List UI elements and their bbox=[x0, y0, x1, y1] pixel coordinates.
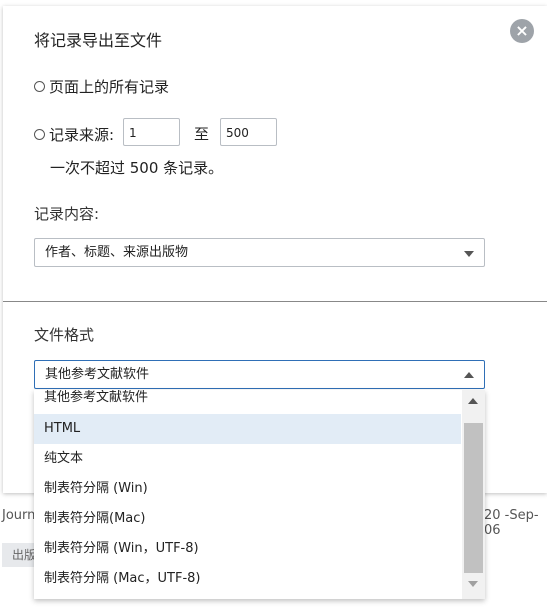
dialog-title: 将记录导出至文件 bbox=[34, 31, 163, 50]
record-limit-hint: 一次不超过 500 条记录。 bbox=[50, 159, 224, 177]
scroll-up-arrow-icon[interactable] bbox=[468, 398, 478, 404]
format-option[interactable]: 其他参考文献软件 bbox=[34, 390, 461, 413]
radio-circle-icon[interactable] bbox=[34, 81, 45, 92]
file-format-value: 其他参考文献软件 bbox=[45, 367, 150, 382]
scroll-down-arrow-icon[interactable] bbox=[468, 581, 478, 587]
background-publish-button[interactable]: 出版 bbox=[2, 543, 38, 567]
file-format-label: 文件格式 bbox=[34, 326, 95, 344]
radio-all-records-label: 页面上的所有记录 bbox=[49, 78, 170, 96]
format-option[interactable]: 制表符分隔 (Win，UTF-8) bbox=[34, 534, 461, 564]
range-to-input[interactable]: 500 bbox=[220, 118, 277, 146]
radio-circle-icon[interactable] bbox=[34, 129, 45, 140]
chevron-down-icon bbox=[464, 251, 474, 257]
format-option[interactable]: HTML bbox=[34, 414, 461, 444]
background-journal-text: Journ bbox=[2, 508, 36, 523]
format-option[interactable]: 纯文本 bbox=[34, 444, 461, 474]
format-option[interactable]: 制表符分隔(Mac) bbox=[34, 504, 461, 534]
radio-record-source[interactable]: 记录来源: bbox=[34, 124, 114, 145]
record-content-label: 记录内容: bbox=[34, 205, 100, 223]
range-to-label: 至 bbox=[194, 125, 210, 143]
format-option[interactable]: 制表符分隔 (Win) bbox=[34, 474, 461, 504]
radio-record-source-label: 记录来源: bbox=[49, 126, 115, 144]
radio-all-records[interactable]: 页面上的所有记录 bbox=[34, 76, 169, 97]
record-content-select[interactable]: 作者、标题、来源出版物 bbox=[34, 238, 485, 267]
record-content-value: 作者、标题、来源出版物 bbox=[45, 245, 189, 260]
section-divider bbox=[3, 301, 547, 302]
file-format-dropdown: 其他参考文献软件 HTML 纯文本 制表符分隔 (Win) 制表符分隔(Mac)… bbox=[34, 390, 485, 599]
dropdown-scrollbar[interactable] bbox=[462, 390, 485, 599]
scroll-thumb[interactable] bbox=[464, 423, 483, 573]
file-format-select[interactable]: 其他参考文献软件 bbox=[34, 360, 485, 389]
chevron-up-icon bbox=[464, 372, 474, 378]
format-option[interactable]: 制表符分隔 (Mac，UTF-8) bbox=[34, 564, 461, 594]
range-from-input[interactable]: 1 bbox=[123, 118, 180, 146]
close-icon[interactable]: × bbox=[510, 19, 534, 43]
background-date-text: 20 -Sep-06 bbox=[484, 508, 539, 538]
